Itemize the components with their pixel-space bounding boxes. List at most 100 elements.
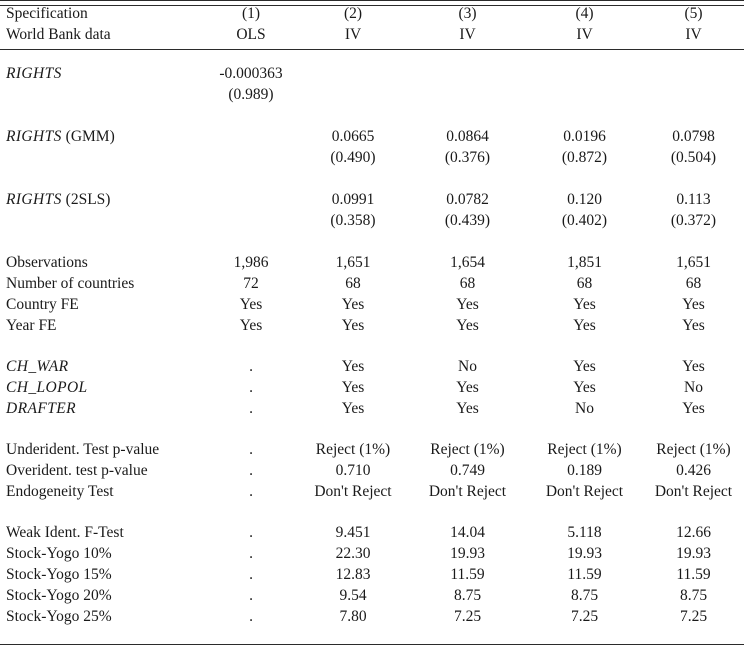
cell-col4: 7.25 [570, 608, 599, 625]
row-label-text: Year FE [6, 317, 57, 334]
cell-col1: . [249, 358, 253, 375]
cell-col2: Don't Reject [314, 483, 392, 500]
row-label-variable: CH_WAR [6, 358, 69, 375]
row-label: CH_WAR [0, 359, 205, 380]
column-header-5: IV [685, 26, 702, 43]
header-row-label: Specification [6, 5, 88, 22]
cell-col3: 0.749 [450, 462, 485, 479]
cell-col1: . [249, 483, 253, 500]
block-gap-weak-identification-space [0, 505, 744, 525]
cell-col1: . [249, 608, 253, 625]
cell-col3: 8.75 [453, 587, 482, 604]
cell-col5: No [684, 379, 703, 396]
cell-col3: 7.25 [453, 608, 482, 625]
row-label: Underident. Test p-value [0, 442, 205, 463]
column-header-3: IV [459, 26, 476, 43]
cell-col4: Reject (1%) [547, 441, 622, 458]
row-label-text: Stock-Yogo 10% [6, 545, 112, 562]
table-row: (0.358) (0.439) (0.402) (0.372) [0, 213, 744, 235]
cell-col1: . [249, 400, 253, 417]
row-label: Observations [0, 255, 205, 276]
row-label-text: Weak Ident. F-Test [6, 524, 124, 541]
cell-col1 [205, 129, 297, 150]
cell-col3: Yes [456, 400, 479, 417]
column-header-1: (1) [241, 5, 261, 22]
block-gap-iv-diagnostics [0, 422, 744, 442]
row-label-variable: RIGHTS [6, 128, 62, 145]
cell-col1 [205, 150, 297, 172]
cell-col5: 1,651 [676, 254, 711, 271]
block-gap-rights-2sls [0, 172, 744, 192]
row-label-text: Stock-Yogo 20% [6, 587, 112, 604]
row-label-text: Underident. Test p-value [6, 441, 160, 458]
cell-col4: 11.59 [567, 566, 602, 583]
row-label: Stock-Yogo 15% [0, 567, 205, 588]
cell-col1 [205, 192, 297, 213]
table-row: RIGHTS -0.000363 [0, 66, 744, 87]
cell-col4: Yes [573, 379, 596, 396]
cell-col2: 9.451 [335, 524, 371, 541]
cell-col3 [409, 87, 526, 109]
row-label-text: Country FE [6, 296, 79, 313]
cell-col3: 68 [459, 275, 476, 292]
cell-col2: 7.80 [339, 608, 367, 625]
cell-col5: 0.426 [676, 462, 711, 479]
cell-col5: 19.93 [676, 545, 711, 562]
row-label: Stock-Yogo 25% [0, 609, 205, 630]
block-gap-rights-2sls-space [0, 172, 744, 192]
cell-col1: . [249, 587, 253, 604]
row-label: CH_LOPOL [0, 380, 205, 401]
row-label-text: Observations [6, 254, 88, 271]
row-label: RIGHTS [0, 66, 205, 87]
row-label: Overident. test p-value [0, 463, 205, 484]
row-label-text: Stock-Yogo 25% [6, 608, 112, 625]
cell-col5: Yes [682, 296, 705, 313]
cell-col4 [526, 87, 643, 109]
cell-col1: . [249, 566, 253, 583]
cell-col1: Yes [239, 296, 263, 313]
table-row: Stock-Yogo 15%. 12.83 11.59 11.59 11.59 [0, 567, 744, 588]
table-header-row: Specification (1) (2) (3) (4) (5) [0, 6, 744, 28]
row-label-variable: RIGHTS [6, 65, 62, 82]
cell-col5: (0.372) [670, 212, 717, 229]
column-header-4: (4) [575, 5, 594, 22]
cell-col5: 8.75 [679, 587, 708, 604]
row-label [0, 87, 205, 109]
cell-col2: Yes [341, 317, 365, 334]
row-label [0, 150, 205, 172]
table-row: CH_WAR. Yes No Yes Yes [0, 359, 744, 380]
cell-col5: (0.504) [670, 149, 717, 166]
cell-col4: 0.189 [567, 462, 602, 479]
cell-col2: Yes [341, 379, 365, 396]
table-row: RIGHTS (GMM) 0.0665 0.0864 0.0196 0.0798 [0, 129, 744, 150]
cell-col1: . [249, 462, 253, 479]
table-bottom-rule [0, 644, 744, 646]
table-row: Stock-Yogo 10%. 22.30 19.93 19.93 19.93 [0, 546, 744, 567]
cell-col5: 0.113 [676, 191, 711, 208]
cell-col5: 68 [685, 275, 702, 292]
cell-col4: (0.872) [561, 149, 608, 166]
column-header-5: (5) [684, 5, 703, 22]
regression-table: Specification (1) (2) (3) (4) (5) World Bank d… [0, 0, 744, 646]
row-label-text: Endogeneity Test [6, 483, 114, 500]
block-gap-rights-ols-space [0, 50, 744, 67]
column-header-3: (3) [458, 5, 477, 22]
cell-col3: No [458, 358, 477, 375]
cell-col2: 12.83 [335, 566, 371, 583]
table-row: Number of countries 72 68 68 68 68 [0, 276, 744, 297]
cell-col3: (0.439) [444, 212, 491, 229]
cell-col5: 0.0798 [672, 128, 715, 145]
cell-col1: -0.000363 [219, 65, 283, 82]
table-row: DRAFTER. Yes Yes No Yes [0, 401, 744, 422]
row-label: Stock-Yogo 20% [0, 588, 205, 609]
block-gap-sample-and-fe [0, 235, 744, 255]
cell-col5: 7.25 [679, 608, 708, 625]
cell-col4: 1,851 [567, 254, 602, 271]
cell-col5 [643, 66, 744, 87]
cell-col1: . [249, 379, 253, 396]
cell-col4: 19.93 [567, 545, 602, 562]
row-label [0, 213, 205, 235]
cell-col4: Yes [573, 358, 596, 375]
table-row: Endogeneity Test. Don't Reject Don't Rejec… [0, 484, 744, 505]
cell-col3: Yes [456, 379, 479, 396]
